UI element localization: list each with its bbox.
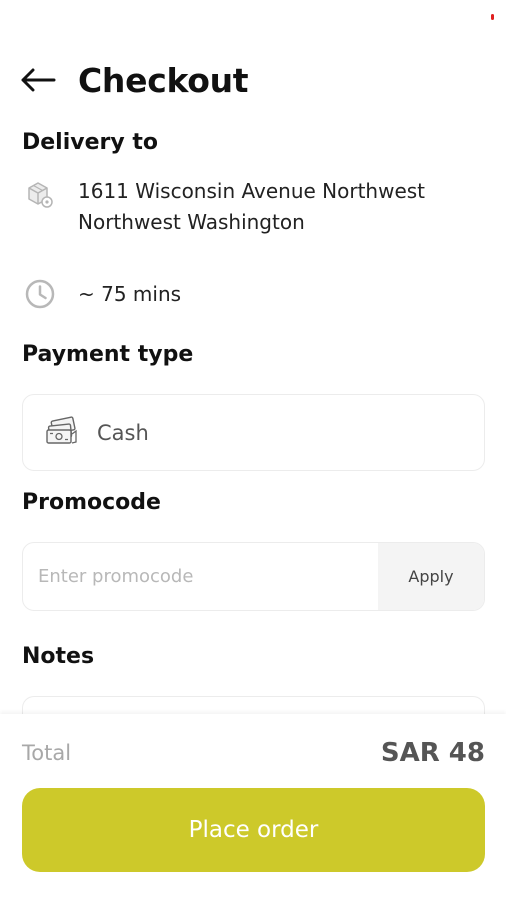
address-line-1: 1611 Wisconsin Avenue Northwest	[78, 179, 426, 203]
place-order-button[interactable]: Place order	[22, 788, 485, 872]
delivery-address: 1611 Wisconsin Avenue Northwest Northwes…	[22, 176, 484, 238]
cash-icon	[45, 415, 79, 450]
arrow-left-icon	[21, 68, 56, 92]
eta-text: ~ 75 mins	[78, 282, 182, 306]
payment-method-selector[interactable]: Cash	[22, 394, 485, 471]
address-text: 1611 Wisconsin Avenue Northwest Northwes…	[78, 176, 425, 238]
payment-method-label: Cash	[97, 420, 149, 445]
header: Checkout	[20, 56, 486, 104]
notes-section-title: Notes	[22, 644, 95, 669]
payment-section-title: Payment type	[22, 342, 194, 367]
total-label: Total	[22, 741, 72, 765]
delivery-section-title: Delivery to	[22, 130, 159, 155]
promocode-input[interactable]	[23, 543, 378, 610]
back-button[interactable]	[20, 61, 58, 99]
promocode-field: Apply	[22, 542, 485, 611]
package-location-icon	[22, 176, 58, 212]
address-line-2: Northwest Washington	[78, 210, 305, 234]
promocode-section-title: Promocode	[22, 490, 161, 515]
checkout-summary-panel: Total SAR 48 Place order	[0, 714, 506, 900]
page-title: Checkout	[78, 60, 249, 100]
clock-icon	[22, 276, 58, 312]
apply-button[interactable]: Apply	[378, 543, 484, 610]
total-value: SAR 48	[380, 738, 485, 768]
status-indicator	[491, 14, 494, 20]
delivery-eta: ~ 75 mins	[22, 276, 484, 312]
